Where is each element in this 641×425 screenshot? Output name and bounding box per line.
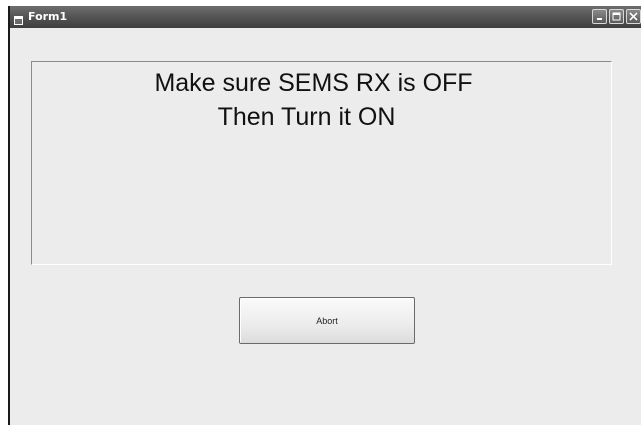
minimize-icon	[597, 18, 602, 20]
message-line-2: Then Turn it ON	[217, 103, 396, 131]
close-icon	[629, 12, 638, 21]
maximize-button[interactable]	[609, 9, 624, 24]
minimize-button[interactable]	[592, 9, 607, 24]
abort-button[interactable]: Abort	[239, 297, 415, 344]
message-line-1: Make sure SEMS RX is OFF	[154, 69, 473, 97]
window-title: Form1	[28, 10, 68, 23]
close-button[interactable]	[626, 9, 641, 24]
app-icon[interactable]	[14, 12, 23, 25]
form-client-area: Make sure SEMS RX is OFF Then Turn it ON…	[10, 28, 641, 425]
message-panel: Make sure SEMS RX is OFF Then Turn it ON	[31, 61, 612, 265]
form-window: Form1 Make sure SEMS RX is OFF Then Turn…	[8, 6, 641, 425]
title-bar[interactable]: Form1	[10, 6, 641, 28]
maximize-icon	[612, 12, 621, 21]
window-controls	[592, 9, 641, 24]
